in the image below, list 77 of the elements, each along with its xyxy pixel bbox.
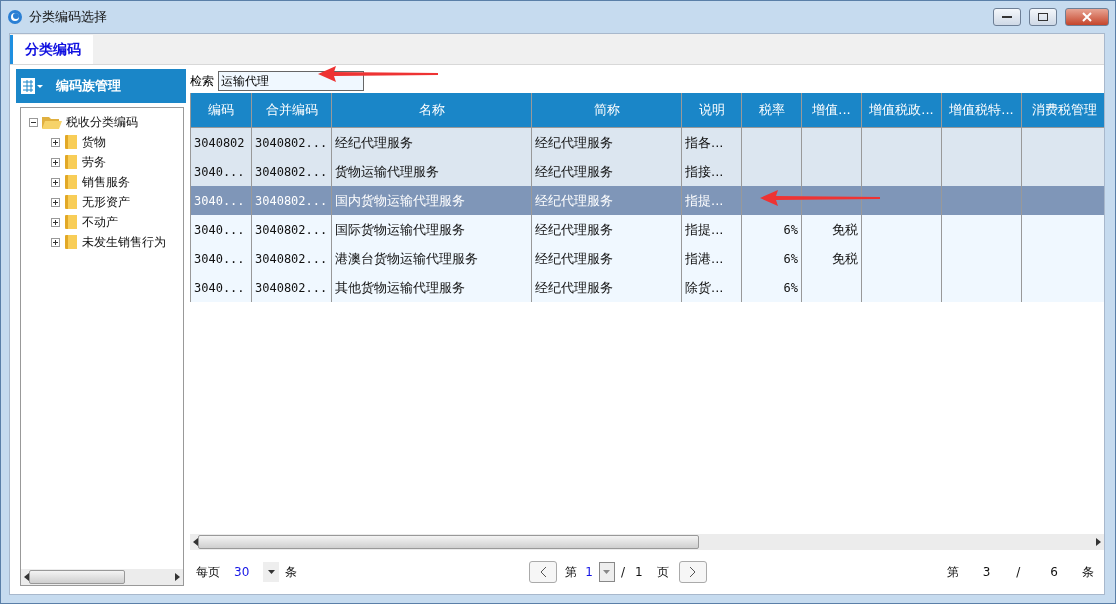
- column-header[interactable]: 编码: [190, 93, 252, 128]
- page-total: 1: [635, 565, 643, 579]
- tree-item[interactable]: 销售服务: [82, 173, 130, 191]
- folder-icon: [63, 134, 79, 150]
- column-header[interactable]: 说明: [681, 93, 742, 128]
- folder-icon: [63, 174, 79, 190]
- per-page-label: 每页: [196, 563, 220, 581]
- dropdown-button[interactable]: [263, 562, 280, 582]
- table-row[interactable]: 3040... 3040802... 国际货物运输代理服务 经纪代理服务 指提... 6% 免税: [190, 215, 1104, 244]
- page-number: 1: [585, 565, 593, 579]
- folder-icon: [41, 114, 63, 130]
- window-title: 分类编码选择: [29, 8, 108, 26]
- chevron-left-icon[interactable]: [539, 566, 548, 578]
- minimize-button[interactable]: [993, 8, 1021, 26]
- folder-icon: [63, 214, 79, 230]
- sidebar-title: 编码族管理: [56, 77, 121, 95]
- minimize-icon[interactable]: [1002, 15, 1012, 19]
- collapse-icon[interactable]: [29, 117, 38, 127]
- record-number: 3: [982, 565, 991, 579]
- table-row[interactable]: 3040... 3040802... 货物运输代理服务 经纪代理服务 指接...: [190, 157, 1104, 186]
- table-cell: 经纪代理服务: [531, 273, 682, 302]
- tree-item[interactable]: 未发生销售行为: [82, 233, 166, 251]
- expand-icon[interactable]: [51, 197, 60, 207]
- maximize-button[interactable]: [1029, 8, 1057, 26]
- column-header[interactable]: 消费税管理: [1021, 93, 1104, 128]
- horizontal-scrollbar[interactable]: [21, 569, 183, 585]
- chevron-right-icon[interactable]: [688, 566, 697, 578]
- column-header[interactable]: 名称: [331, 93, 532, 128]
- app-logo-icon: [7, 9, 23, 25]
- table-row[interactable]: 3040... 3040802... 其他货物运输代理服务 经纪代理服务 除货... 6%: [190, 273, 1104, 302]
- record-total: 6: [1050, 565, 1058, 579]
- column-header[interactable]: 增值税特...: [941, 93, 1022, 128]
- table-row[interactable]: 3040... 3040802... 港澳台货物运输代理服务 经纪代理服务 指港... 6% 免税: [190, 244, 1104, 273]
- record-unit: 条: [1082, 563, 1094, 581]
- table-row[interactable]: 3040802 3040802... 经纪代理服务 经纪代理服务 指各...: [190, 127, 1104, 157]
- column-header[interactable]: 增值税政...: [861, 93, 942, 128]
- close-icon[interactable]: [1082, 12, 1092, 22]
- expand-icon[interactable]: [51, 217, 60, 227]
- caret-icon[interactable]: [267, 570, 275, 574]
- folder-icon: [63, 154, 79, 170]
- expand-icon[interactable]: [51, 137, 60, 147]
- search-field[interactable]: 运输代理: [218, 71, 364, 91]
- tab[interactable]: 分类编码: [10, 35, 93, 64]
- column-header[interactable]: 税率: [741, 93, 802, 128]
- expand-icon[interactable]: [51, 157, 60, 167]
- scroll-right-icon[interactable]: [175, 573, 180, 581]
- grid-menu-icon[interactable]: [20, 77, 44, 95]
- search-label: 检索: [190, 72, 214, 90]
- column-header[interactable]: 增值...: [801, 93, 862, 128]
- per-page-unit: 条: [285, 563, 298, 581]
- per-page-value[interactable]: 30: [234, 565, 250, 579]
- table-cell: 3040...: [190, 273, 252, 302]
- expand-icon[interactable]: [51, 237, 60, 247]
- scroll-right-icon[interactable]: [1096, 538, 1101, 546]
- table-cell: 除货...: [681, 273, 742, 302]
- tree-item[interactable]: 税收分类编码: [66, 113, 138, 131]
- record-separator: /: [1016, 565, 1021, 579]
- table-cell: 6%: [741, 273, 802, 302]
- page-dropdown[interactable]: [598, 562, 615, 582]
- page-prefix: 第: [565, 563, 578, 581]
- column-header[interactable]: 简称: [531, 93, 682, 128]
- expand-icon[interactable]: [51, 177, 60, 187]
- record-prefix: 第: [946, 563, 959, 581]
- close-button[interactable]: [1065, 8, 1109, 26]
- page-separator: /: [620, 565, 625, 579]
- folder-icon: [63, 194, 79, 210]
- tree-item[interactable]: 无形资产: [82, 193, 130, 211]
- page-unit: 页: [656, 563, 669, 581]
- tree-item[interactable]: 货物: [82, 133, 106, 151]
- tree-item[interactable]: 不动产: [82, 213, 118, 231]
- horizontal-scrollbar[interactable]: [190, 534, 1104, 550]
- folder-icon: [63, 234, 79, 250]
- table-cell: 其他货物运输代理服务: [331, 273, 532, 302]
- column-header[interactable]: 合并编码: [251, 93, 332, 128]
- maximize-icon[interactable]: [1038, 13, 1048, 21]
- tree-item[interactable]: 劳务: [82, 153, 106, 171]
- table-cell: 3040802...: [251, 273, 332, 302]
